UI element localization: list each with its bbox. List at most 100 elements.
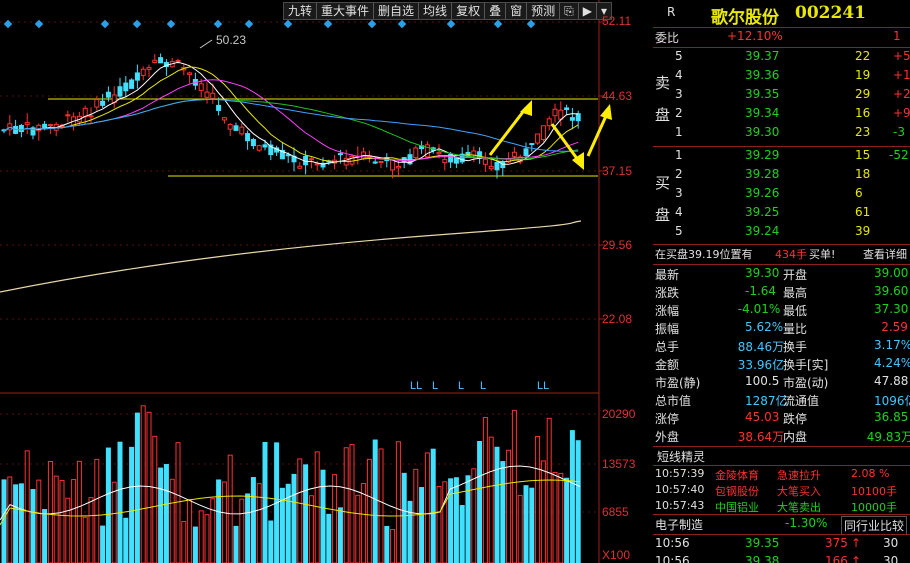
candle-body [100,100,106,106]
stat-value: 33.96亿 [737,358,785,372]
ask-volume: 16 [855,106,871,120]
ask-row[interactable]: 4 39.36 19 +1 [653,68,910,87]
volume-bar [535,436,541,563]
volume-bar [163,464,169,563]
bid-price: 39.28 [745,167,780,181]
candle-body [105,91,111,98]
volume-bar [343,447,349,563]
toolbar-ma[interactable]: 均线 [419,3,453,19]
candle-body [24,122,30,125]
ask-volume: 29 [855,87,871,101]
tick-row: 10:56 39.35 375 ↑ 30 [653,536,910,555]
ask-row[interactable]: 3 39.35 29 +22 [653,87,910,106]
toolbar-forecast[interactable]: 预测 [527,3,561,19]
volume-bar [384,525,390,563]
tick-count: 30 [883,536,899,550]
candle-body [540,125,546,141]
ask-row[interactable]: 5 39.37 22 +5 [653,49,910,68]
volume-bar [395,441,401,563]
event-marker-icon [526,19,536,29]
candle-body [187,72,193,75]
toolbar-remove-watch[interactable]: 删自选 [374,3,420,19]
ask-row[interactable]: 1 39.30 23 -3 [653,125,910,144]
toolbar-adjust[interactable]: 复权 [452,3,486,19]
volume-bar [268,520,274,563]
ask-level: 4 [675,68,683,82]
volume-bar [111,481,117,563]
ask-level: 5 [675,49,683,63]
volume-bar [181,521,187,563]
sector-name[interactable]: 电子制造 [655,516,703,533]
volume-bar [436,485,442,563]
volume-bar [424,452,430,563]
candle-body [569,117,575,121]
event-marker-icon [323,19,333,29]
stat-row: 振幅 5.62% 量比 2.59 [653,320,910,339]
stat-label: 金额 [655,358,680,372]
stat-value: 39.00 [874,266,909,280]
stat-label: 总手 [655,340,680,354]
volume-bar [407,500,413,563]
stat-label: 最低 [783,304,808,318]
volume-bar [65,497,71,563]
volume-bar [129,446,135,563]
bid-volume: 39 [855,224,871,238]
stat-row: 涨跌 -1.64 最高 39.60 [653,284,910,303]
ask-price: 39.36 [745,68,780,82]
stat-label: 涨幅 [655,304,680,318]
ask-change: -3 [893,125,905,139]
stat-value: 45.03 [745,410,780,424]
stat-label: 最新 [655,268,680,282]
volume-bar [494,446,500,563]
volume-bar [326,513,332,563]
news-value: 10100手 [851,485,897,498]
ask-row[interactable]: 2 39.34 16 +9 [653,106,910,125]
toolbar-jiuzhuan[interactable]: 九转 [284,3,318,19]
volume-bar [540,460,546,563]
volume-bar [511,409,517,563]
candle-body [494,162,500,171]
stat-value: 39.60 [874,284,909,298]
bid-row[interactable]: 5 39.24 39 [653,224,910,243]
volume-bar [575,440,581,563]
stat-label: 振幅 [655,322,680,336]
stat-value: -4.01% [737,302,781,316]
clipboard-icon[interactable]: ⎘ [560,3,579,19]
stat-value: 47.88 [874,374,909,388]
candle-body [210,92,216,99]
candle-body [297,165,303,169]
peak-price-label: 50.23 [216,33,246,47]
ask-price: 39.34 [745,106,780,120]
bid-row[interactable]: 1 39.29 15 -52 [653,148,910,167]
compare-button[interactable]: 同行业比较 [841,516,908,535]
trend-arrow-up [488,107,528,156]
candle-body [552,108,558,117]
volume-bar [256,483,262,563]
bid-row[interactable]: 2 39.28 18 [653,167,910,186]
stat-label: 涨停 [655,412,680,426]
stat-value: 49.83万 [866,430,910,444]
detail-link[interactable]: 查看详细 [863,246,907,262]
stat-row: 涨停 45.03 跌停 36.85 [653,410,910,429]
volume-bar [419,487,425,563]
l-marker: L [480,380,486,392]
volume-bar [378,448,384,563]
toolbar-events[interactable]: 重大事件 [317,3,375,19]
toolbar-window[interactable]: 窗 [506,3,528,19]
play-icon[interactable]: ▶ [579,3,597,19]
kline-chart[interactable]: 50.23LL L L L LL [0,0,653,563]
candle-body [378,161,384,164]
volume-bar [239,498,245,563]
volume-bar [459,505,465,563]
toolbar-overlay[interactable]: 叠 [485,3,507,19]
ask-level: 3 [675,87,683,101]
volume-bar [546,417,552,563]
volume-bar [355,494,361,563]
bid-row[interactable]: 3 39.26 6 [653,186,910,205]
candle-body [134,72,140,81]
candle-body [529,143,535,146]
event-marker-icon [34,19,44,29]
volume-bar [488,436,494,563]
bid-row[interactable]: 4 39.25 61 [653,205,910,224]
tick-time: 10:56 [655,554,690,563]
